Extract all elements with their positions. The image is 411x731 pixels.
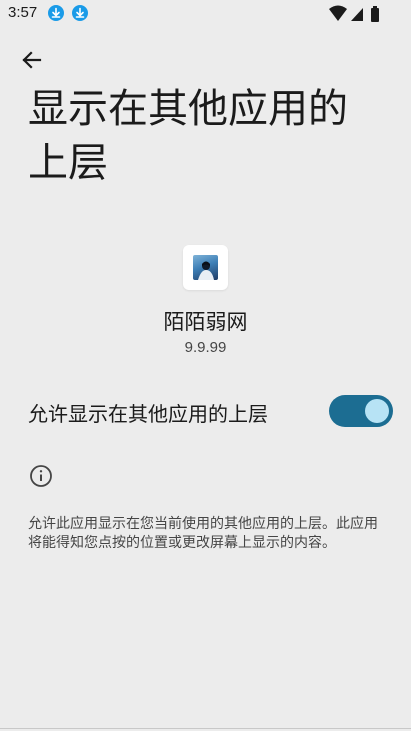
signal-icon (351, 8, 363, 21)
permission-toggle[interactable] (329, 395, 393, 427)
permission-label: 允许显示在其他应用的上层 (28, 402, 268, 426)
page-title: 显示在其他应用的上层 (28, 86, 348, 186)
app-name: 陌陌弱网 (163, 310, 248, 334)
battery-icon (371, 6, 379, 22)
app-version: 9.9.99 (184, 339, 227, 356)
status-time: 3:57 (8, 4, 38, 21)
arrow-back-icon (22, 51, 42, 69)
download-icon (72, 5, 88, 21)
back-button[interactable] (14, 44, 50, 76)
divider (0, 728, 411, 729)
wifi-icon (329, 5, 347, 21)
permission-toggle-row[interactable]: 允许显示在其他应用的上层 (0, 386, 411, 438)
app-icon (183, 245, 228, 290)
download-icon (48, 5, 64, 21)
status-bar: 3:57 (0, 0, 411, 28)
info-description: 允许此应用显示在您当前使用的其他应用的上层。此应用将能得知您点按的位置或更改屏幕… (28, 516, 378, 551)
status-icons (329, 5, 379, 22)
toggle-thumb (365, 399, 389, 423)
info-icon (29, 464, 53, 488)
